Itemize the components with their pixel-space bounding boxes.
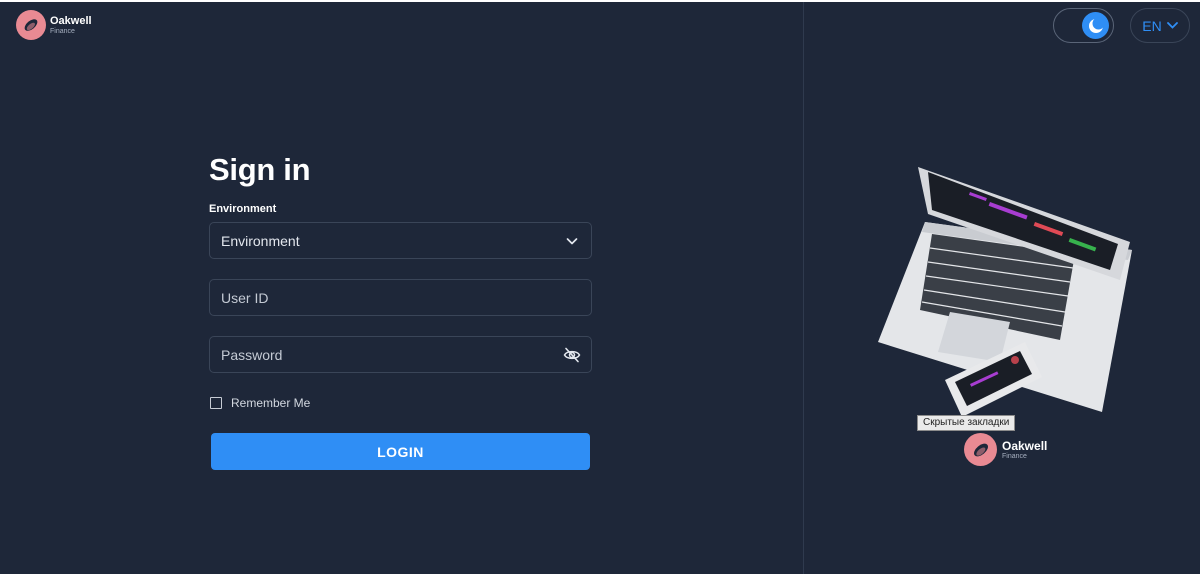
password-input[interactable]	[221, 346, 541, 363]
chevron-down-icon	[1166, 22, 1178, 29]
login-button[interactable]: LOGIN	[211, 433, 590, 470]
brand-logo[interactable]: Oakwell Finance	[16, 10, 92, 40]
theme-toggle[interactable]	[1053, 8, 1114, 43]
brand-name: Oakwell	[50, 14, 92, 27]
environment-label: Environment	[209, 203, 277, 215]
user-id-field[interactable]	[209, 279, 592, 316]
moon-icon	[1082, 12, 1109, 39]
illustration-brand: Oakwell Finance	[964, 433, 1047, 466]
laptop-phone-illustration	[878, 167, 1132, 417]
user-id-input[interactable]	[221, 289, 541, 306]
signin-form: Sign in Environment Environment Remember…	[209, 152, 592, 470]
environment-value: Environment	[221, 232, 300, 249]
panel-divider	[803, 2, 804, 574]
chevron-down-icon	[566, 238, 578, 245]
environment-select[interactable]: Environment	[209, 222, 592, 259]
oakwell-logo-icon	[16, 10, 46, 40]
oakwell-logo-icon	[964, 433, 997, 466]
brand-name: Oakwell	[1002, 438, 1048, 453]
remember-me[interactable]: Remember Me	[210, 396, 592, 410]
eye-off-icon[interactable]	[563, 346, 581, 364]
login-page: Oakwell Finance EN Sign in Environment E…	[0, 2, 1200, 574]
tooltip: Скрытые закладки	[917, 415, 1016, 431]
brand-subtitle: Finance	[50, 27, 75, 35]
language-label: EN	[1142, 17, 1162, 34]
language-select[interactable]: EN	[1130, 8, 1190, 43]
brand-subtitle: Finance	[1002, 452, 1027, 460]
password-field[interactable]	[209, 336, 592, 373]
remember-me-label: Remember Me	[231, 396, 311, 410]
remember-me-checkbox[interactable]	[210, 397, 222, 409]
page-title: Sign in	[209, 152, 311, 187]
